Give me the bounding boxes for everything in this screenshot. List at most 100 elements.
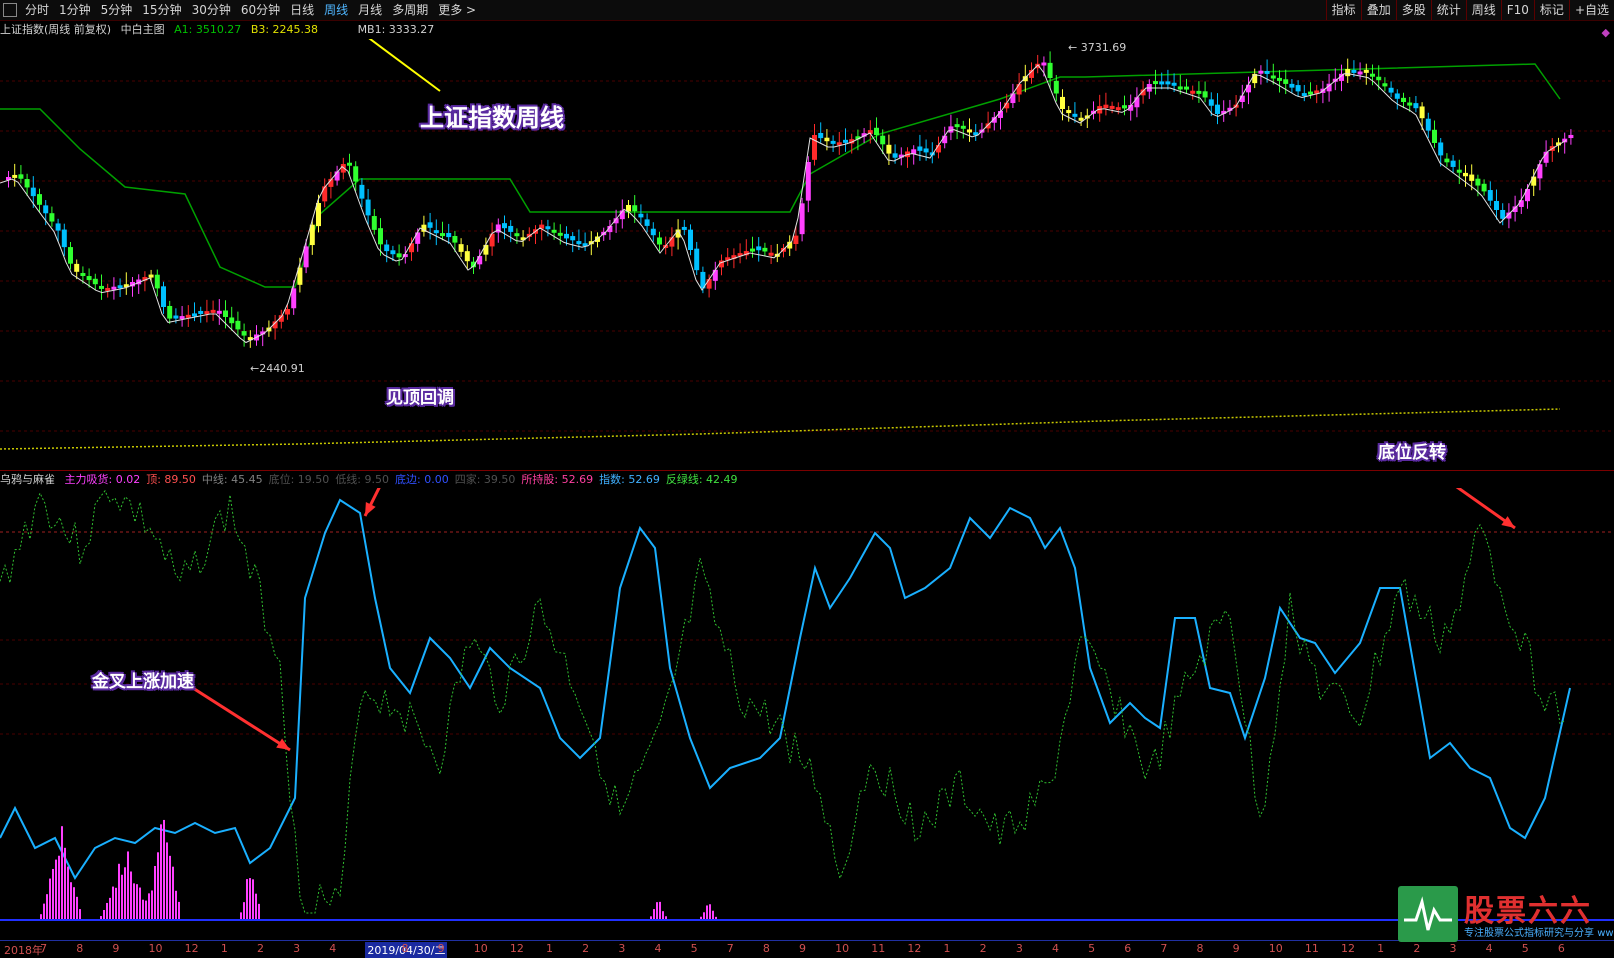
- x-tick: 4: [654, 942, 662, 955]
- accumulation-bar: [712, 910, 714, 920]
- candle-body: [316, 203, 321, 227]
- site-logo: 股票六六 专注股票公式指标研究与分享 www.GP66.CN: [1398, 886, 1614, 942]
- x-tick: 4: [1051, 942, 1059, 955]
- tab-multi-period[interactable]: 多周期: [387, 0, 433, 20]
- candle-body: [1184, 86, 1189, 90]
- b3-value: B3: 2245.38: [250, 23, 319, 36]
- indicator-button[interactable]: 指标: [1325, 0, 1361, 20]
- candle-body: [464, 251, 470, 262]
- x-tick: 10: [835, 942, 850, 955]
- f10-button[interactable]: F10: [1500, 0, 1534, 20]
- tab-1min[interactable]: 1分钟: [54, 0, 96, 20]
- indicator-info-bar: 乌鸦与麻雀 主力吸货: 0.02 顶: 89.50 中线: 45.45 底位: 19.…: [0, 472, 1614, 488]
- accumulation-bar: [240, 912, 242, 920]
- indicator-value-4: 低线: 9.50: [335, 473, 390, 486]
- candle-body: [111, 286, 117, 290]
- candle-body: [427, 222, 433, 228]
- candle-body: [557, 232, 563, 236]
- candle-body: [1363, 69, 1369, 73]
- candle-body: [1456, 169, 1462, 173]
- accumulation-bar: [243, 902, 245, 920]
- x-tick: 3: [1449, 942, 1457, 955]
- candle-body: [650, 228, 656, 236]
- accumulation-bar: [55, 859, 57, 920]
- accumulation-bar: [118, 863, 120, 920]
- tab-30min[interactable]: 30分钟: [187, 0, 236, 20]
- candle-body: [545, 226, 551, 230]
- add-watchlist-button[interactable]: +自选: [1568, 0, 1614, 20]
- logo-slogan: 专注股票公式指标研究与分享: [1464, 928, 1594, 939]
- diamond-icon[interactable]: ◆: [1602, 26, 1610, 39]
- candle-body: [1060, 96, 1065, 109]
- tab-daily[interactable]: 日线: [285, 0, 319, 20]
- candle-body: [551, 229, 557, 233]
- candle-body: [1016, 84, 1022, 95]
- accumulation-bar: [73, 887, 75, 920]
- candle-body: [1413, 103, 1419, 109]
- weekly-button[interactable]: 周线: [1465, 0, 1501, 20]
- candle-body: [483, 244, 489, 255]
- x-axis: 2018年 7 8 9 10 12 1 2 3 4 2019/04/30/二 8 9 10 12 1 2 3 4 5 7…: [0, 940, 1614, 958]
- candle-body: [1103, 104, 1109, 109]
- tab-5min[interactable]: 5分钟: [96, 0, 138, 20]
- template-selector[interactable]: 中白主图: [121, 23, 165, 36]
- candle-body: [12, 174, 18, 178]
- x-tick: 2: [256, 942, 264, 955]
- window-icon[interactable]: [3, 3, 17, 17]
- x-tick: 6: [1557, 942, 1565, 955]
- candle-body: [99, 285, 104, 289]
- tab-weekly[interactable]: 周线: [319, 0, 353, 20]
- tab-fenshi[interactable]: 分时: [20, 0, 54, 20]
- candle-body: [750, 248, 755, 252]
- candle-body: [712, 269, 718, 281]
- candle-body: [1177, 86, 1183, 90]
- price-chart[interactable]: ← 3731.69 ←2440.91: [0, 39, 1614, 470]
- candle-body: [576, 241, 582, 245]
- period-tabs: 分时 1分钟 5分钟 15分钟 30分钟 60分钟 日线 周线 月线 多周期 更…: [0, 0, 481, 20]
- candle-body: [1357, 71, 1363, 75]
- candle-body: [1072, 113, 1078, 117]
- candle-body: [285, 309, 290, 315]
- indicator-value-7: 所持股: 52.69: [521, 473, 594, 486]
- candle-body: [762, 247, 768, 252]
- stats-button[interactable]: 统计: [1430, 0, 1466, 20]
- accumulation-bar: [249, 878, 251, 920]
- accumulation-bar: [70, 882, 72, 920]
- right-toolbar: 指标 叠加 多股 统计 周线 F10 标记 +自选: [1325, 0, 1614, 20]
- annotation-bottom: 底位反转: [1378, 443, 1446, 463]
- tab-60min[interactable]: 60分钟: [236, 0, 285, 20]
- accumulation-bar: [178, 901, 180, 920]
- candle-body: [105, 287, 111, 291]
- tab-more[interactable]: 更多 >: [433, 0, 481, 20]
- candle-body: [1277, 77, 1282, 81]
- candle-body: [1047, 62, 1053, 78]
- candle-body: [514, 233, 520, 237]
- candle-body: [1202, 91, 1208, 98]
- candle-body: [148, 274, 154, 278]
- candle-body: [161, 286, 166, 307]
- mark-button[interactable]: 标记: [1533, 0, 1569, 20]
- candle-body: [396, 253, 402, 258]
- x-tick: 6: [1124, 942, 1132, 955]
- tab-15min[interactable]: 15分钟: [137, 0, 186, 20]
- candle-body: [154, 274, 160, 289]
- accumulation-bar: [166, 842, 168, 920]
- candle-body: [799, 203, 805, 235]
- candle-body: [365, 199, 371, 216]
- candle-body: [632, 205, 638, 212]
- indicator-chart[interactable]: [0, 488, 1614, 940]
- accumulation-bar: [76, 896, 78, 920]
- overlay-button[interactable]: 叠加: [1360, 0, 1396, 20]
- accumulation-bar: [246, 879, 248, 920]
- accumulation-bar: [109, 897, 111, 920]
- candle-body: [564, 233, 569, 239]
- candle-body: [229, 317, 235, 324]
- multi-stock-button[interactable]: 多股: [1395, 0, 1431, 20]
- long-term-average-line: [0, 408, 1561, 450]
- candle-body: [1376, 76, 1382, 81]
- candle-body: [43, 205, 49, 214]
- tab-monthly[interactable]: 月线: [353, 0, 387, 20]
- candle-body: [92, 278, 98, 285]
- indicator-value-3: 底位: 19.50: [268, 473, 330, 486]
- candle-body: [967, 129, 972, 133]
